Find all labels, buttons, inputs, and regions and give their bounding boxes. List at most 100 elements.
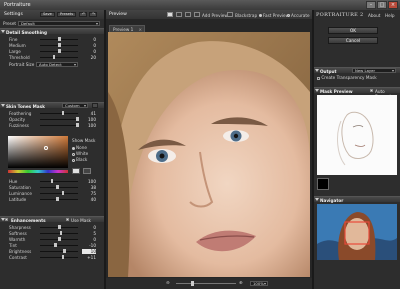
slider-track[interactable] (40, 250, 78, 252)
slider-thumb[interactable] (61, 255, 65, 259)
enhancements-checkbox[interactable] (5, 218, 8, 221)
skin-color-field[interactable] (8, 136, 68, 168)
multi-view-icon[interactable] (185, 11, 191, 17)
tab-preview-1[interactable]: Preview 1 × (109, 25, 145, 32)
slider-label: Luminance (9, 190, 32, 196)
slider-thumb[interactable] (59, 231, 63, 235)
portrait-preview-image[interactable] (108, 32, 310, 277)
slider-thumb[interactable] (56, 197, 59, 201)
slider-thumb[interactable] (58, 37, 61, 41)
output-dropdown[interactable]: New Layer (352, 68, 396, 73)
skin-mode-dropdown[interactable]: Custom (62, 103, 88, 108)
cancel-button[interactable]: Cancel (328, 37, 378, 44)
slider-value: 38 (90, 184, 96, 190)
mask-color-swatch[interactable] (317, 178, 329, 190)
help-link[interactable]: Help (385, 13, 395, 18)
ok-button[interactable]: OK (328, 27, 378, 34)
auto-expand-checkbox[interactable] (370, 89, 373, 92)
swatch-white[interactable] (72, 168, 80, 174)
slider-label: Fuzziness (9, 122, 29, 128)
slider-thumb[interactable] (61, 191, 65, 195)
collapse-triangle-icon (315, 198, 319, 201)
create-mask-checkbox[interactable] (317, 76, 320, 80)
redo-button[interactable]: ↷ (89, 12, 97, 17)
slider-thumb[interactable] (58, 237, 61, 241)
maximize-button[interactable]: □ (377, 1, 387, 9)
show-mask-none[interactable]: None (72, 145, 95, 150)
slider-track[interactable] (40, 192, 78, 194)
slider-thumb[interactable] (76, 117, 79, 121)
undo-button[interactable]: ↶ (79, 12, 87, 17)
preset-dropdown[interactable]: Default (18, 20, 100, 26)
slider-label: Sharpness (9, 224, 31, 230)
slider-track[interactable] (40, 124, 78, 126)
zoom-level-dropdown[interactable]: 100% (250, 281, 268, 286)
slider-label: Hue (9, 178, 18, 184)
close-button[interactable]: × (388, 1, 398, 9)
slider-value: -10 (89, 242, 96, 248)
slider-thumb[interactable] (50, 179, 54, 183)
create-mask-row[interactable]: Create Transparency Mask (317, 75, 400, 80)
zoom-out-icon[interactable]: ⊖ (166, 280, 170, 285)
show-mask-group: Show Mask None White Black (72, 138, 95, 162)
slider-track[interactable] (40, 180, 78, 182)
fast-preview-label: Fast Preview (263, 12, 290, 18)
slider-track[interactable] (40, 256, 78, 258)
portrait-size-row: Portrait Size Auto Detect (0, 61, 104, 67)
slider-label: Opacity (9, 116, 26, 122)
mask-readout (338, 180, 378, 192)
color-picker-marker[interactable] (44, 146, 48, 150)
portrait-size-dropdown[interactable]: Auto Detect (36, 61, 78, 67)
settings-panel: Settings Save Presets ↶ ↷ Preset Default… (0, 10, 104, 289)
show-mask-black[interactable]: Black (72, 157, 95, 162)
eyedropper-icon[interactable] (92, 103, 98, 108)
zoom-slider-thumb[interactable] (191, 281, 194, 286)
eyedropper-add-icon[interactable] (83, 168, 91, 174)
slider-thumb[interactable] (58, 225, 61, 229)
navigator-photo (317, 204, 397, 260)
hue-strip[interactable] (8, 170, 68, 173)
save-button[interactable]: Save (40, 12, 55, 17)
minimize-button[interactable]: – (366, 1, 376, 9)
slider-value: 0 (93, 236, 96, 242)
slider-track[interactable] (40, 186, 78, 188)
slider-track[interactable] (40, 198, 78, 200)
zoom-slider[interactable] (176, 283, 236, 284)
skin-tones-mask-header[interactable]: Skin Tones Mask Custom (0, 102, 104, 109)
slider-value: 0 (93, 224, 96, 230)
slider-thumb[interactable] (58, 43, 61, 47)
show-mask-white[interactable]: White (72, 151, 95, 156)
slider-label: Large (9, 48, 21, 54)
accurate-option[interactable]: Accurate (287, 13, 310, 18)
split-view-icon[interactable] (176, 11, 182, 17)
slider-thumb[interactable] (52, 55, 56, 59)
tab-close-icon[interactable]: × (138, 27, 142, 32)
blackstrap-button[interactable]: Blackstrap (235, 13, 257, 18)
slider-value: 75 (90, 190, 96, 196)
about-link[interactable]: About (368, 13, 380, 18)
presets-button[interactable]: Presets (57, 12, 77, 17)
blackstrap-icon[interactable] (227, 11, 233, 17)
detail-smoothing-header[interactable]: Detail Smoothing (0, 28, 104, 35)
collapse-triangle-icon (315, 89, 319, 92)
zoom-in-icon[interactable]: ⊕ (239, 280, 243, 285)
fast-preview-option[interactable]: Fast Preview (259, 13, 289, 18)
navigator-thumbnail[interactable] (317, 204, 397, 260)
add-preview-icon[interactable] (194, 11, 200, 17)
slider-track[interactable] (40, 56, 78, 58)
slider-track[interactable] (40, 118, 78, 120)
single-view-icon[interactable] (167, 11, 173, 17)
slider-track[interactable] (40, 112, 78, 114)
add-preview-button[interactable]: Add Preview (202, 13, 228, 18)
slider-thumb[interactable] (76, 123, 79, 127)
slider-track[interactable] (40, 244, 78, 246)
slider-thumb[interactable] (56, 185, 59, 189)
slider-thumb[interactable] (54, 243, 57, 247)
slider-label: Contrast (9, 254, 27, 260)
slider-thumb[interactable] (61, 111, 65, 115)
use-mask-checkbox[interactable] (66, 218, 69, 221)
slider-thumb[interactable] (63, 249, 66, 253)
slider-thumb[interactable] (58, 49, 61, 53)
slider-value[interactable]: 10 (82, 248, 96, 254)
enhancements-header[interactable]: Enhancements Use Mask (0, 216, 104, 223)
